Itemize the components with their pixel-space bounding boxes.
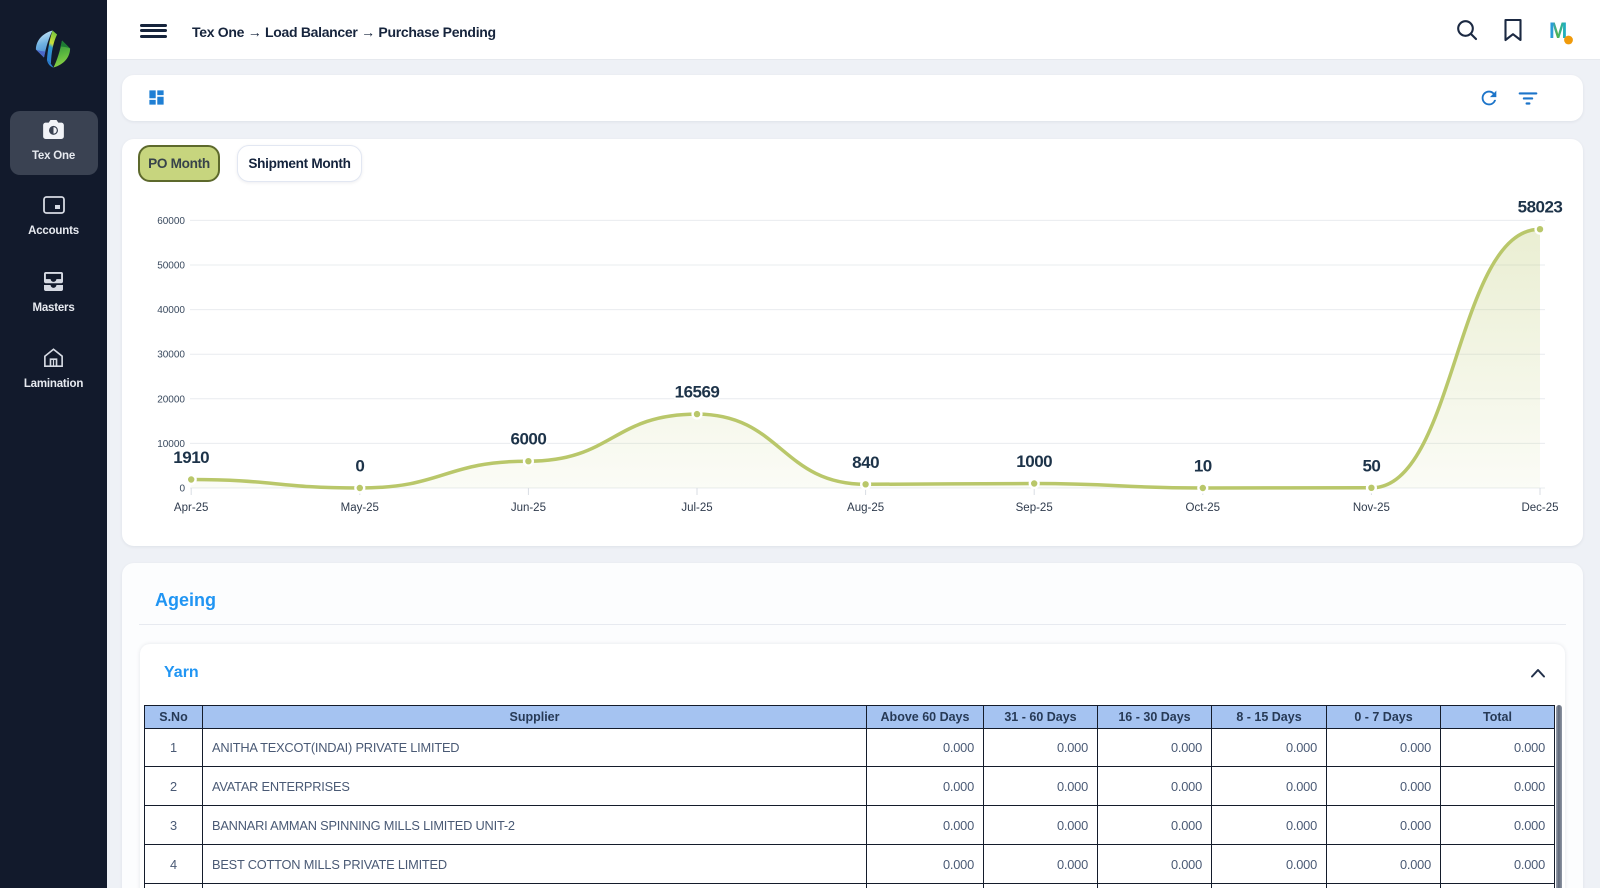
svg-text:May-25: May-25	[341, 502, 379, 514]
svg-text:60000: 60000	[157, 216, 185, 227]
svg-text:6000: 6000	[510, 430, 546, 449]
svg-text:0: 0	[179, 484, 185, 495]
svg-text:58023: 58023	[1518, 198, 1563, 217]
svg-text:50000: 50000	[157, 261, 185, 272]
svg-text:1000: 1000	[1016, 452, 1052, 471]
svg-text:840: 840	[852, 453, 879, 472]
svg-text:Oct-25: Oct-25	[1186, 502, 1221, 514]
svg-text:Jul-25: Jul-25	[681, 502, 712, 514]
svg-text:Apr-25: Apr-25	[174, 502, 209, 514]
svg-text:30000: 30000	[157, 350, 185, 361]
svg-text:50: 50	[1362, 456, 1380, 475]
svg-text:10: 10	[1194, 457, 1212, 476]
svg-text:Aug-25: Aug-25	[847, 502, 884, 514]
svg-text:Jun-25: Jun-25	[511, 502, 546, 514]
svg-text:16569: 16569	[675, 383, 720, 402]
svg-text:1910: 1910	[173, 448, 209, 467]
svg-text:20000: 20000	[157, 394, 185, 405]
svg-text:40000: 40000	[157, 305, 185, 316]
svg-text:0: 0	[355, 457, 364, 476]
svg-text:Dec-25: Dec-25	[1521, 502, 1558, 514]
svg-text:Sep-25: Sep-25	[1016, 502, 1053, 514]
svg-text:Nov-25: Nov-25	[1353, 502, 1390, 514]
